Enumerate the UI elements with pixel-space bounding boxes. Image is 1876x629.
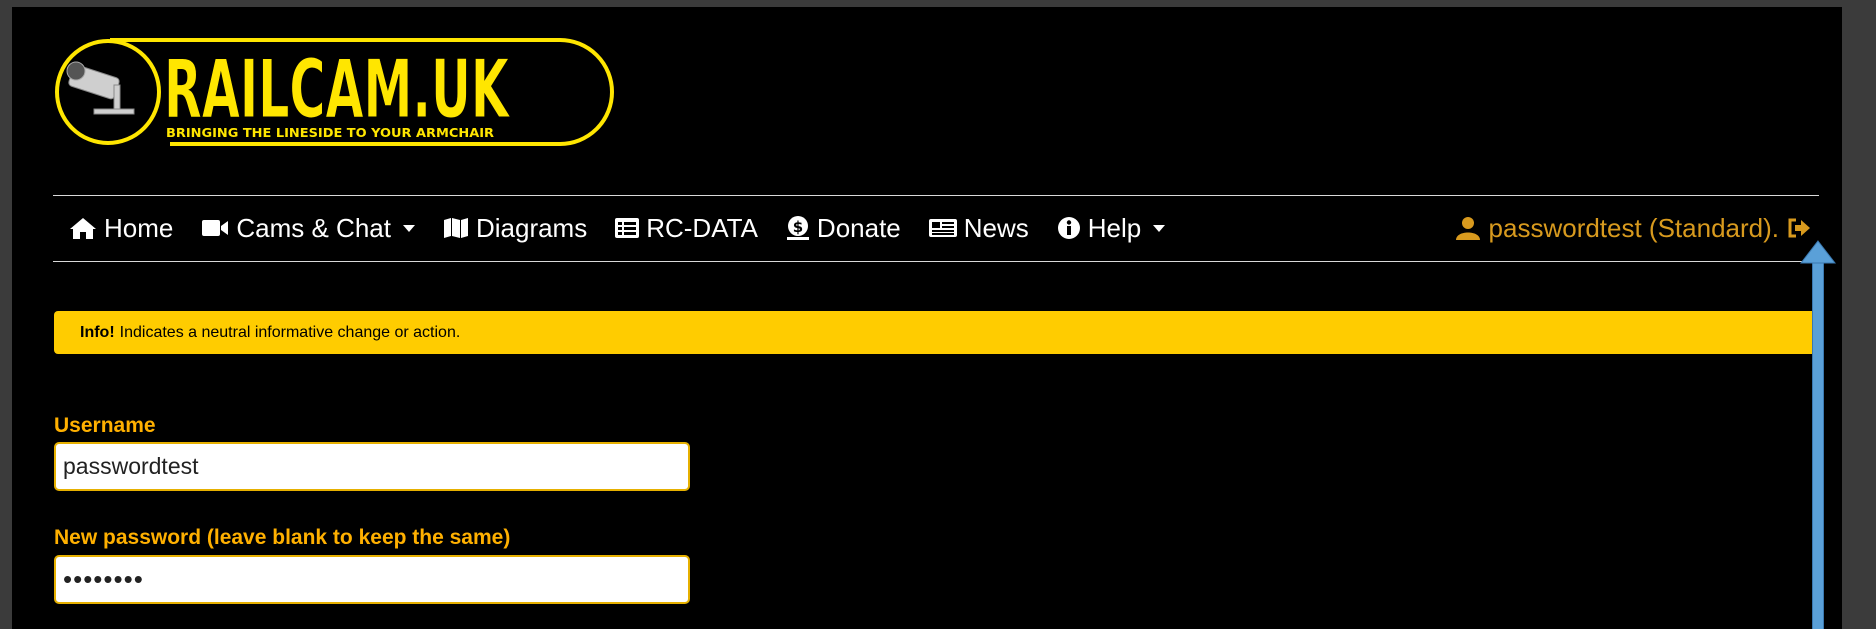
table-list-icon — [614, 216, 640, 240]
logo-title: RAILCAM.UK — [164, 43, 511, 136]
chevron-down-icon — [402, 224, 415, 232]
nav-home[interactable]: Home — [68, 213, 173, 244]
nav-bottom-divider — [53, 261, 1819, 262]
alert-strong: Info! — [80, 323, 115, 341]
railcam-logo-graphic: RAILCAM.UK BRINGING THE LINESIDE TO YOUR… — [55, 38, 614, 146]
svg-text:$: $ — [793, 218, 803, 236]
nav-rc-data-label: RC-DATA — [646, 212, 758, 243]
user-label: passwordtest (Standard). — [1488, 212, 1779, 243]
user-account-link[interactable]: passwordtest (Standard). — [1455, 195, 1811, 261]
nav-donate[interactable]: $ Donate — [785, 213, 901, 244]
username-field[interactable] — [54, 442, 690, 491]
nav-donate-label: Donate — [816, 212, 901, 243]
new-password-label: New password (leave blank to keep the sa… — [54, 526, 511, 549]
nav-rc-data[interactable]: RC-DATA — [614, 213, 758, 244]
site-logo[interactable]: RAILCAM.UK BRINGING THE LINESIDE TO YOUR… — [50, 33, 616, 151]
alert-text: Indicates a neutral informative change o… — [119, 323, 461, 341]
main-navbar: Home Cams & Chat Diagrams RC-DATA $ Dona… — [53, 195, 1819, 261]
info-circle-icon — [1056, 215, 1082, 241]
chevron-down-icon — [1153, 224, 1166, 232]
nav-home-label: Home — [104, 212, 174, 243]
info-alert: Info! Indicates a neutral informative ch… — [54, 311, 1822, 354]
nav-diagrams[interactable]: Diagrams — [442, 213, 587, 244]
home-icon — [68, 216, 98, 240]
newspaper-icon — [928, 217, 958, 239]
nav-cams-chat[interactable]: Cams & Chat — [200, 213, 415, 244]
window-right-edge — [1842, 0, 1876, 629]
logo-tagline: BRINGING THE LINESIDE TO YOUR ARMCHAIR — [166, 126, 494, 140]
nav-help-label: Help — [1087, 212, 1142, 243]
annotation-arrow-up-icon — [1800, 240, 1836, 264]
annotation-arrow-shaft — [1812, 260, 1824, 629]
nav-cams-chat-label: Cams & Chat — [236, 212, 391, 243]
nav-help[interactable]: Help — [1056, 212, 1166, 244]
video-camera-icon — [200, 217, 230, 239]
donate-coin-icon: $ — [785, 215, 811, 241]
new-password-field[interactable]: •••••••• — [54, 555, 690, 604]
map-icon — [442, 216, 470, 240]
username-label: Username — [54, 414, 156, 437]
nav-news[interactable]: News — [928, 213, 1029, 244]
nav-news-label: News — [963, 212, 1029, 243]
nav-diagrams-label: Diagrams — [475, 212, 588, 243]
user-icon — [1455, 216, 1481, 240]
logout-icon[interactable] — [1787, 217, 1811, 239]
